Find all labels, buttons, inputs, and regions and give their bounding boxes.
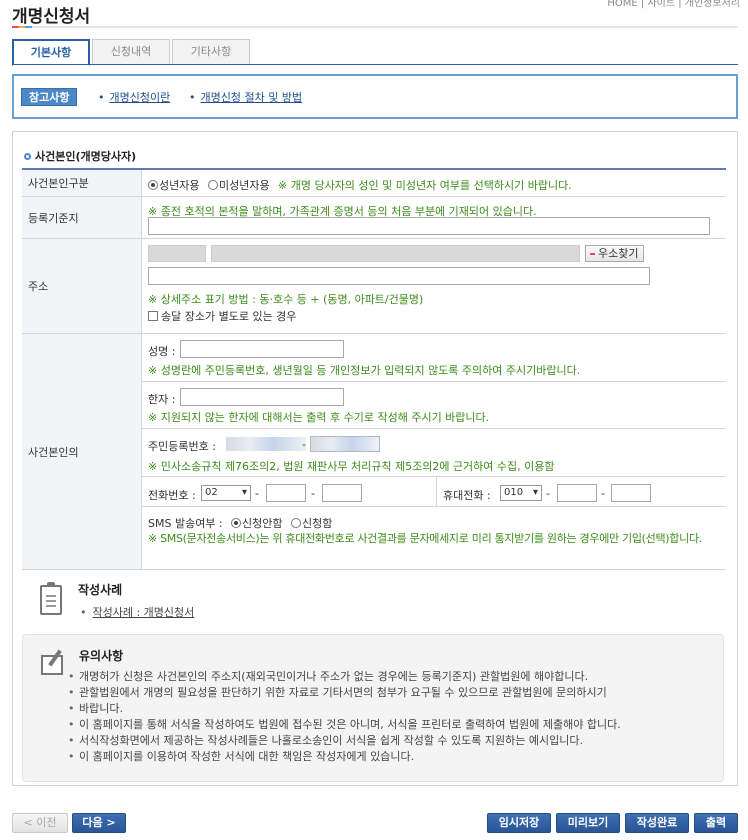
notice-item: 이 홈페이지를 이용하여 작성한 서식에 대한 책임은 작성자에게 있습니다.: [68, 750, 414, 764]
tab-bar: 기본사항 신청내역 기타사항: [12, 39, 252, 66]
hanja-subrow: 한자 : ※ 지원되지 않는 한자에 대해서는 출력 후 수기로 작성해 주시기…: [142, 382, 726, 429]
complete-button[interactable]: 작성완료: [625, 813, 689, 833]
mobile-dash-2: -: [601, 487, 605, 500]
detail-address-input[interactable]: [148, 267, 650, 285]
row-registry: 등록기준지 ※ 종전 호적의 본적을 말하며, 가족관계 증명서 등의 처음 부…: [22, 197, 726, 239]
zipcode-field[interactable]: [148, 245, 206, 262]
mobile-dash-1: -: [546, 487, 550, 500]
prev-button[interactable]: < 이전: [12, 813, 68, 833]
zip-search-button[interactable]: 우소찾기: [585, 245, 645, 262]
name-subrow: 성명 : ※ 성명란에 주민등록번호, 생년월일 등 개인정보가 입력되지 않도…: [142, 334, 726, 382]
rrn-help: ※ 민사소송규칙 제76조의2, 법원 재판사무 처리규칙 제5조의2에 근거하…: [148, 460, 555, 473]
page-title: 개명신청서: [12, 7, 91, 27]
address-label: 주소: [22, 239, 142, 333]
registry-input[interactable]: [148, 217, 710, 235]
mobile-label: 휴대전화 :: [443, 489, 491, 502]
sms-help: ※ SMS(문자전송서비스)는 위 휴대전화번호로 사건결과를 문자메세지로 미…: [148, 532, 702, 545]
tab-basic[interactable]: 기본사항: [12, 39, 90, 66]
tab-request-details[interactable]: 신청내역: [92, 39, 170, 65]
print-button[interactable]: 출력: [694, 813, 738, 833]
zip-search-icon: [590, 253, 595, 255]
sms-subrow: SMS 발송여부 : 신청안함 신청함 ※ SMS(문자전송서비스)는 위 휴대…: [142, 507, 726, 570]
tab-other[interactable]: 기타사항: [172, 39, 250, 65]
row-address: 주소 우소찾기 ※ 상세주소 표기 방법 : 동·호수 등 + (동명, 아파트…: [22, 239, 726, 334]
rrn-subrow: 주민등록번호 : - ※ 민사소송규칙 제76조의2, 법원 재판사무 처리규칙…: [142, 429, 726, 477]
hanja-help: ※ 지원되지 않는 한자에 대해서는 출력 후 수기로 작성해 주시기 바랍니다…: [148, 411, 490, 424]
clipboard-icon: [40, 582, 62, 615]
person-label: 사건본인의: [22, 334, 142, 569]
phone-last-input[interactable]: [322, 484, 362, 502]
registry-label: 등록기준지: [22, 197, 142, 238]
notice-title: 유의사항: [79, 649, 124, 663]
write-icon: [41, 649, 67, 675]
address-cell: 우소찾기 ※ 상세주소 표기 방법 : 동·호수 등 + (동명, 아파트/건물…: [142, 239, 726, 333]
category-help: ※ 개명 당사자의 성인 및 미성년자 여부를 선택하시기 바랍니다.: [278, 179, 572, 192]
sms-apply-option[interactable]: 신청함: [291, 515, 332, 531]
radio-sms-apply-icon[interactable]: [291, 518, 301, 528]
category-adult-option[interactable]: 성년자용: [148, 177, 199, 193]
reference-badge: 참고사항: [21, 88, 78, 106]
delivery-option[interactable]: 송달 장소가 별도로 있는 경우: [148, 308, 296, 324]
tab-underline: [12, 64, 738, 65]
title-divider: [12, 26, 738, 28]
row-category: 사건본인구분 성년자용 미성년자용 ※ 개명 당사자의 성인 및 미성년자 여부…: [22, 170, 726, 197]
rrn-label: 주민등록번호 :: [148, 440, 216, 453]
name-label: 성명 :: [148, 345, 176, 358]
notice-item: 서식작성화면에서 제공하는 작성사례들은 나홀로소송인이 서식을 쉽게 작성할 …: [68, 734, 583, 748]
notice-item: 이 홈페이지를 통해 서식을 작성하여도 법원에 접수된 것은 아니며, 서식을…: [68, 718, 621, 732]
mobile-last-input[interactable]: [611, 484, 651, 502]
example-link[interactable]: 작성사례 : 개명신청서: [80, 604, 195, 620]
mobile-prefix-select[interactable]: 010: [500, 485, 542, 501]
notice-item: 관할법원에서 개명의 필요성을 판단하기 위한 자료로 기타서면의 첨부가 요구…: [68, 686, 607, 700]
rrn-back-input[interactable]: [310, 436, 380, 452]
example-title: 작성사례: [78, 583, 123, 597]
notice-item: 개명허가 신청은 사건본인의 주소지(재외국민이거나 주소가 없는 경우에는 등…: [68, 670, 588, 684]
category-cell: 성년자용 미성년자용 ※ 개명 당사자의 성인 및 미성년자 여부를 선택하시기…: [142, 170, 726, 196]
category-minor-option[interactable]: 미성년자용: [208, 177, 270, 193]
phone-subrow: 전화번호 : 02 - - 휴대전화 : 010 - -: [142, 477, 726, 507]
registry-cell: ※ 종전 호적의 본적을 말하며, 가족관계 증명서 등의 처음 부분에 기재되…: [142, 197, 726, 238]
notice-item-continued: 바랍니다.: [68, 702, 123, 716]
rrn-dash: -: [302, 438, 306, 451]
category-label: 사건본인구분: [22, 170, 142, 196]
section-bullet-icon: [24, 153, 31, 160]
temp-save-button[interactable]: 임시저장: [487, 813, 551, 833]
top-nav[interactable]: HOME | 사이트 | 개인정보처리: [607, 0, 740, 9]
name-help: ※ 성명란에 주민등록번호, 생년월일 등 개인정보가 입력되지 않도록 주의하…: [148, 364, 581, 377]
bottom-action-bar: < 이전 다음 > 임시저장 미리보기 작성완료 출력: [0, 808, 748, 840]
base-address-field[interactable]: [211, 245, 580, 262]
notice-section: 유의사항 개명허가 신청은 사건본인의 주소지(재외국민이거나 주소가 없는 경…: [22, 634, 724, 782]
example-section: 작성사례 작성사례 : 개명신청서: [22, 571, 726, 623]
reference-box: 참고사항 개명신청이란 개명신청 절차 및 방법: [12, 74, 738, 119]
applicant-form: 사건본인구분 성년자용 미성년자용 ※ 개명 당사자의 성인 및 미성년자 여부…: [22, 168, 726, 570]
hanja-label: 한자 :: [148, 393, 176, 406]
section-title: 사건본인(개명당사자): [24, 148, 136, 164]
phone-dash-2: -: [311, 487, 315, 500]
radio-adult-icon[interactable]: [148, 180, 158, 190]
address-help: ※ 상세주소 표기 방법 : 동·호수 등 + (동명, 아파트/건물명): [148, 293, 424, 306]
phone-middle-input[interactable]: [266, 484, 306, 502]
reference-link-what-is[interactable]: 개명신청이란: [98, 89, 171, 105]
phone-dash-1: -: [255, 487, 259, 500]
name-input[interactable]: [180, 340, 344, 358]
radio-minor-icon[interactable]: [208, 180, 218, 190]
mobile-middle-input[interactable]: [557, 484, 597, 502]
rrn-front-input[interactable]: [226, 437, 306, 451]
phone-area-select[interactable]: 02: [201, 485, 251, 501]
title-accent: [12, 26, 32, 28]
preview-button[interactable]: 미리보기: [556, 813, 620, 833]
next-button[interactable]: 다음 >: [72, 813, 126, 833]
radio-sms-decline-icon[interactable]: [231, 518, 241, 528]
reference-link-procedure[interactable]: 개명신청 절차 및 방법: [189, 89, 303, 105]
sms-decline-option[interactable]: 신청안함: [231, 515, 282, 531]
phone-divider: [436, 477, 437, 506]
sms-label: SMS 발송여부 :: [148, 517, 223, 530]
phone-label: 전화번호 :: [148, 489, 196, 502]
hanja-input[interactable]: [180, 388, 344, 406]
delivery-checkbox-icon[interactable]: [148, 311, 158, 321]
